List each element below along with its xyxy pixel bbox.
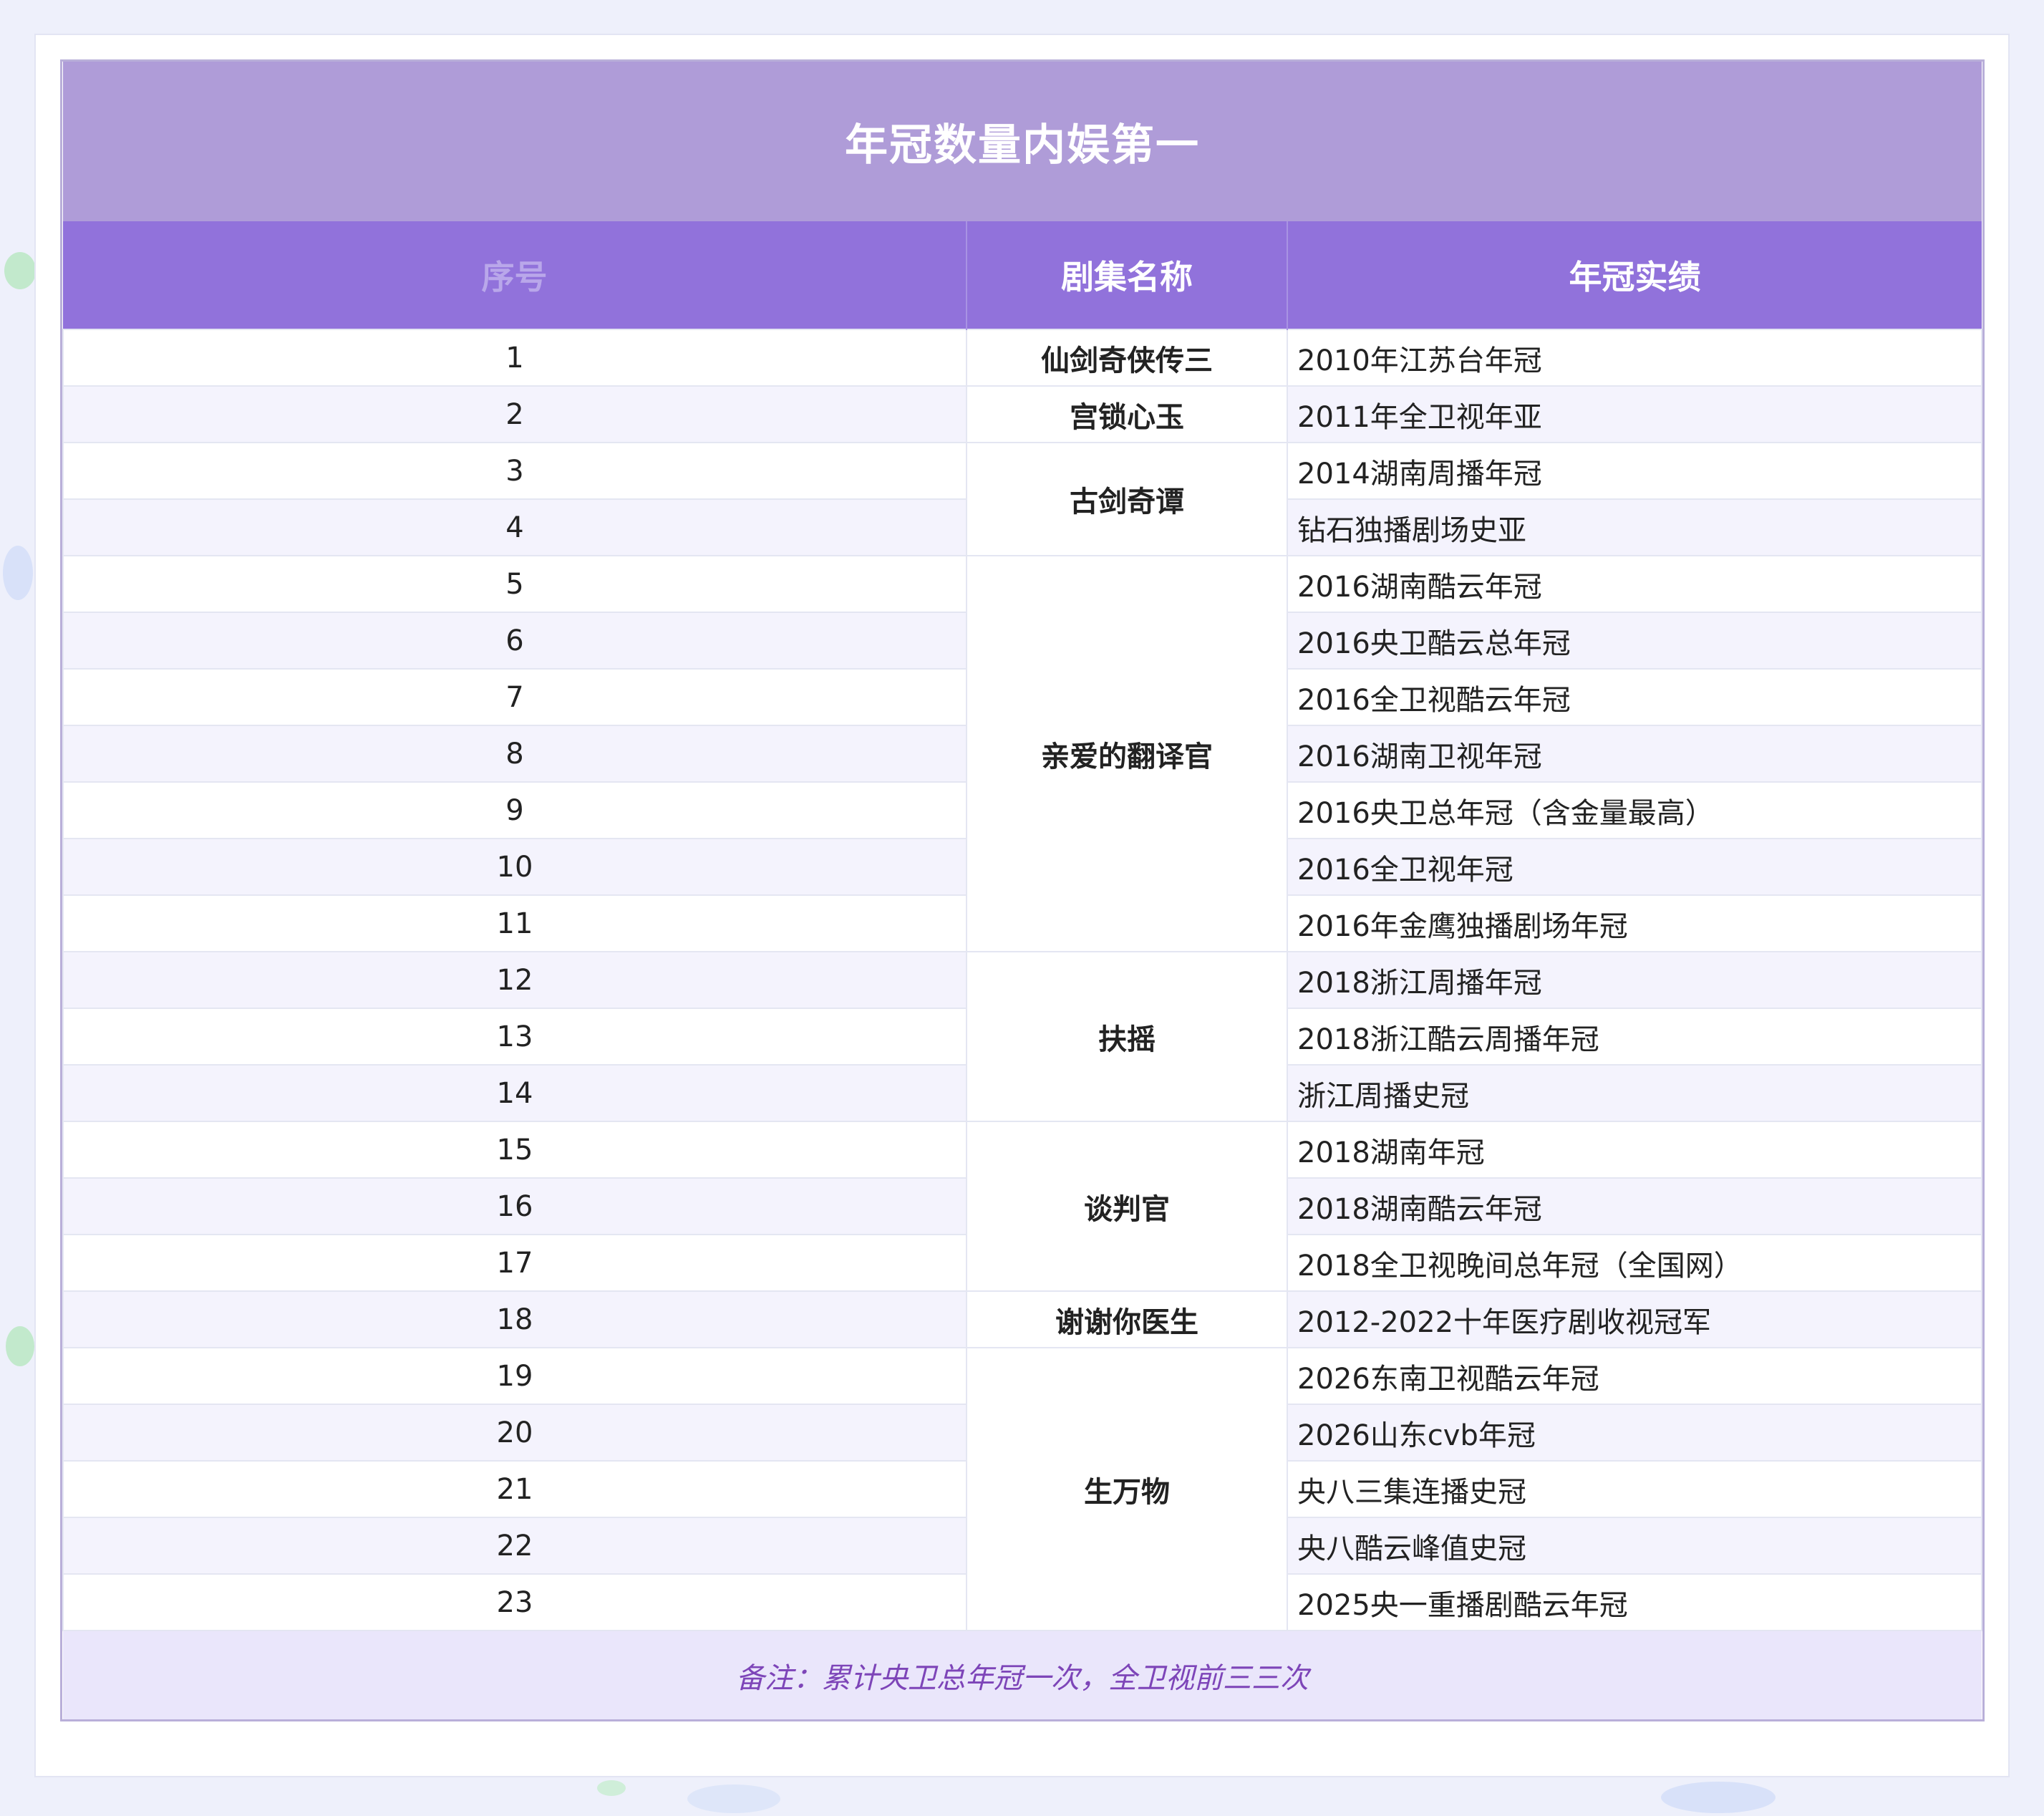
row-index-cell: 9	[62, 781, 967, 839]
row-index-cell: 5	[62, 555, 967, 613]
drama-name-cell: 扶摇	[966, 951, 1288, 1122]
row-index-cell: 15	[62, 1121, 967, 1179]
column-header-achievement: 年冠实绩	[1287, 221, 1982, 329]
row-index-cell: 22	[62, 1517, 967, 1575]
achievement-cell: 2014湖南周播年冠	[1287, 442, 1982, 500]
table-title: 年冠数量内娱第一	[63, 62, 1982, 221]
achievement-cell: 2018湖南酷云年冠	[1287, 1177, 1982, 1235]
achievement-cell: 2016全卫视酷云年冠	[1287, 668, 1982, 726]
decor-blob-green	[597, 1780, 626, 1796]
table-row: 2 宫锁心玉 2011年全卫视年亚	[62, 385, 1982, 443]
table-body: 1 仙剑奇侠传三 2010年江苏台年冠 2 宫锁心玉 2011年全卫视年亚 3 古剑奇谭 201…	[62, 329, 1982, 1631]
achievement-cell: 央八三集连播史冠	[1287, 1460, 1982, 1518]
achievement-cell: 2016年金鹰独播剧场年冠	[1287, 894, 1982, 952]
drama-name-cell: 古剑奇谭	[966, 442, 1288, 556]
drama-name-cell: 谈判官	[966, 1121, 1288, 1292]
achievement-cell: 2012-2022十年医疗剧收视冠军	[1287, 1290, 1982, 1348]
decor-blob-blue	[1661, 1782, 1776, 1813]
row-index-cell: 20	[62, 1404, 967, 1462]
column-header-drama: 剧集名称	[967, 221, 1288, 329]
achievement-cell: 2010年江苏台年冠	[1287, 329, 1982, 387]
achievement-cell: 2016央卫酷云总年冠	[1287, 612, 1982, 670]
row-index-cell: 17	[62, 1234, 967, 1292]
row-index-cell: 21	[62, 1460, 967, 1518]
table-row: 1 仙剑奇侠传三 2010年江苏台年冠	[62, 329, 1982, 387]
drama-name-cell: 仙剑奇侠传三	[966, 329, 1288, 387]
table-row: 5 亲爱的翻译官 2016湖南酷云年冠	[62, 555, 1982, 952]
row-index-cell: 7	[62, 668, 967, 726]
achievement-cell: 2016央卫总年冠（含金量最高）	[1287, 781, 1982, 839]
achievement-cell: 2016湖南酷云年冠	[1287, 555, 1982, 613]
achievement-cell: 浙江周播史冠	[1287, 1064, 1982, 1122]
row-index-cell: 23	[62, 1573, 967, 1631]
decor-blob-blue	[687, 1784, 780, 1813]
achievement-cell: 2026东南卫视酷云年冠	[1287, 1347, 1982, 1405]
achievement-cell: 2018湖南年冠	[1287, 1121, 1982, 1179]
drama-name-cell: 宫锁心玉	[966, 385, 1288, 443]
row-index-cell: 16	[62, 1177, 967, 1235]
achievement-cell: 央八酷云峰值史冠	[1287, 1517, 1982, 1575]
table-row: 15 谈判官 2018湖南年冠	[62, 1121, 1982, 1292]
decor-blob-green	[6, 1326, 34, 1366]
table-row: 3 古剑奇谭 2014湖南周播年冠	[62, 442, 1982, 556]
decor-blob-green	[4, 252, 36, 289]
ranking-table: 年冠数量内娱第一 序号 剧集名称 年冠实绩 1 仙剑奇侠传三 2010年江苏台年冠 2…	[60, 59, 1985, 1721]
table-row: 12 扶摇 2018浙江周播年冠	[62, 951, 1982, 1122]
achievement-cell: 2025央一重播剧酷云年冠	[1287, 1573, 1982, 1631]
row-index-cell: 2	[62, 385, 967, 443]
achievement-cell: 2018全卫视晚间总年冠（全国网）	[1287, 1234, 1982, 1292]
drama-name-cell: 亲爱的翻译官	[966, 555, 1288, 952]
row-index-cell: 8	[62, 725, 967, 783]
table-row: 18 谢谢你医生 2012-2022十年医疗剧收视冠军	[62, 1290, 1982, 1348]
table-header-row: 序号 剧集名称 年冠实绩	[63, 221, 1982, 329]
row-index-cell: 12	[62, 951, 967, 1009]
achievement-cell: 2016全卫视年冠	[1287, 838, 1982, 896]
achievement-cell: 2026山东cvb年冠	[1287, 1404, 1982, 1462]
row-index-cell: 10	[62, 838, 967, 896]
column-header-index: 序号	[63, 221, 967, 329]
achievement-cell: 2016湖南卫视年冠	[1287, 725, 1982, 783]
achievement-cell: 钻石独播剧场史亚	[1287, 498, 1982, 556]
row-index-cell: 11	[62, 894, 967, 952]
drama-name-cell: 谢谢你医生	[966, 1290, 1288, 1348]
table-footnote: 备注：累计央卫总年冠一次，全卫视前三三次	[63, 1631, 1982, 1719]
row-index-cell: 3	[62, 442, 967, 500]
achievement-cell: 2018浙江周播年冠	[1287, 951, 1982, 1009]
row-index-cell: 6	[62, 612, 967, 670]
row-index-cell: 4	[62, 498, 967, 556]
row-index-cell: 19	[62, 1347, 967, 1405]
decor-blob-blue	[3, 546, 33, 600]
table-row: 19 生万物 2026东南卫视酷云年冠	[62, 1347, 1982, 1631]
row-index-cell: 14	[62, 1064, 967, 1122]
achievement-cell: 2018浙江酷云周播年冠	[1287, 1008, 1982, 1066]
achievement-cell: 2011年全卫视年亚	[1287, 385, 1982, 443]
row-index-cell: 18	[62, 1290, 967, 1348]
drama-name-cell: 生万物	[966, 1347, 1288, 1631]
row-index-cell: 13	[62, 1008, 967, 1066]
row-index-cell: 1	[62, 329, 967, 387]
